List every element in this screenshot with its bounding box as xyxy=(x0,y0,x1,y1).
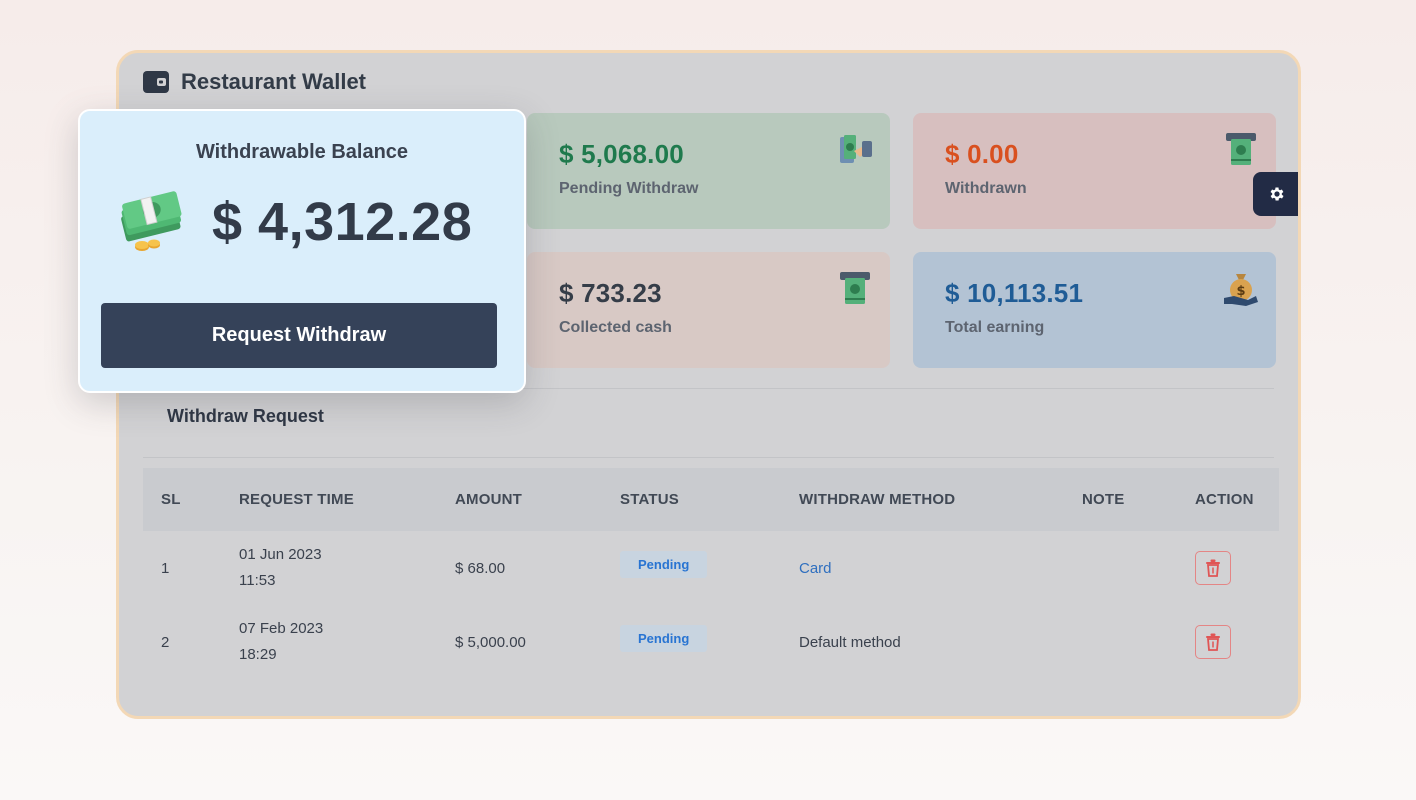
row-request-clock: 18:29 xyxy=(239,646,277,663)
row-request-time: 07 Feb 2023 18:29 xyxy=(221,605,437,679)
withdrawn-label: Withdrawn xyxy=(945,180,1027,197)
withdrawable-balance-amount: $ 4,312.28 xyxy=(212,192,473,252)
money-hand-icon xyxy=(840,135,872,163)
money-bag-icon: $ xyxy=(1224,274,1258,306)
row-status: Pending xyxy=(602,605,781,679)
withdrawable-balance-card: Withdrawable Balance $ 4,312.28 Request … xyxy=(78,109,526,393)
column-header-request-time: REQUEST TIME xyxy=(239,491,354,508)
withdrawn-card: $ 0.00 Withdrawn xyxy=(913,113,1276,229)
row-method: Default method xyxy=(799,633,901,651)
column-header-amount: AMOUNT xyxy=(455,491,523,508)
row-request-date: 01 Jun 2023 xyxy=(239,546,322,563)
wallet-icon xyxy=(143,71,169,93)
svg-text:$: $ xyxy=(1236,284,1245,299)
row-action xyxy=(1177,531,1279,605)
status-badge: Pending xyxy=(620,550,708,578)
column-header-sl: SL xyxy=(161,491,181,508)
status-badge: Pending xyxy=(620,624,708,652)
request-withdraw-button[interactable]: Request Withdraw xyxy=(101,303,497,368)
row-request-clock: 11:53 xyxy=(239,572,276,589)
pending-withdraw-label: Pending Withdraw xyxy=(559,180,699,197)
row-note xyxy=(1064,531,1177,605)
table-row: 1 01 Jun 2023 11:53 $ 68.00 Pending Card xyxy=(143,531,1279,605)
withdrawable-balance-title: Withdrawable Balance xyxy=(195,141,409,163)
page-title: Restaurant Wallet xyxy=(143,69,366,95)
trash-icon xyxy=(1206,633,1220,651)
pending-withdraw-card: $ 5,068.00 Pending Withdraw xyxy=(527,113,890,229)
column-header-withdraw-method: WITHDRAW METHOD xyxy=(799,491,956,508)
collected-cash-label: Collected cash xyxy=(559,319,672,336)
column-header-status: STATUS xyxy=(620,491,679,508)
row-amount: $ 68.00 xyxy=(455,559,506,577)
withdraw-request-title: Withdraw Request xyxy=(167,406,324,426)
row-sl: 1 xyxy=(161,559,170,577)
withdraw-method-link[interactable]: Card xyxy=(799,560,832,577)
trash-icon xyxy=(1206,559,1220,577)
row-method: Card xyxy=(781,531,1064,605)
row-sl: 2 xyxy=(161,633,170,651)
column-header-action: ACTION xyxy=(1195,491,1254,508)
row-amount: $ 5,000.00 xyxy=(455,633,526,651)
section-divider xyxy=(143,457,1274,458)
withdraw-request-table: SL REQUEST TIME AMOUNT STATUS WITHDRAW M… xyxy=(143,468,1279,679)
cash-stack-icon xyxy=(121,191,182,251)
row-status: Pending xyxy=(602,531,781,605)
total-earning-label: Total earning xyxy=(945,319,1045,336)
delete-button[interactable] xyxy=(1195,551,1231,585)
gear-icon xyxy=(1270,187,1284,201)
row-action xyxy=(1177,605,1279,679)
table-header-row: SL REQUEST TIME AMOUNT STATUS WITHDRAW M… xyxy=(143,468,1279,531)
row-request-date: 07 Feb 2023 xyxy=(239,620,324,637)
column-header-note: NOTE xyxy=(1082,491,1125,508)
row-note xyxy=(1064,605,1177,679)
table-row: 2 07 Feb 2023 18:29 $ 5,000.00 Pending D… xyxy=(143,605,1279,679)
page-title-text: Restaurant Wallet xyxy=(181,69,367,94)
total-earning-card: $ 10,113.51 Total earning $ xyxy=(913,252,1276,368)
row-request-time: 01 Jun 2023 11:53 xyxy=(221,531,437,605)
collected-cash-card: $ 733.23 Collected cash xyxy=(527,252,890,368)
atm-cash-icon xyxy=(1226,133,1256,165)
atm-cash-icon xyxy=(840,272,870,304)
settings-button[interactable] xyxy=(1253,172,1298,216)
delete-button[interactable] xyxy=(1195,625,1231,659)
